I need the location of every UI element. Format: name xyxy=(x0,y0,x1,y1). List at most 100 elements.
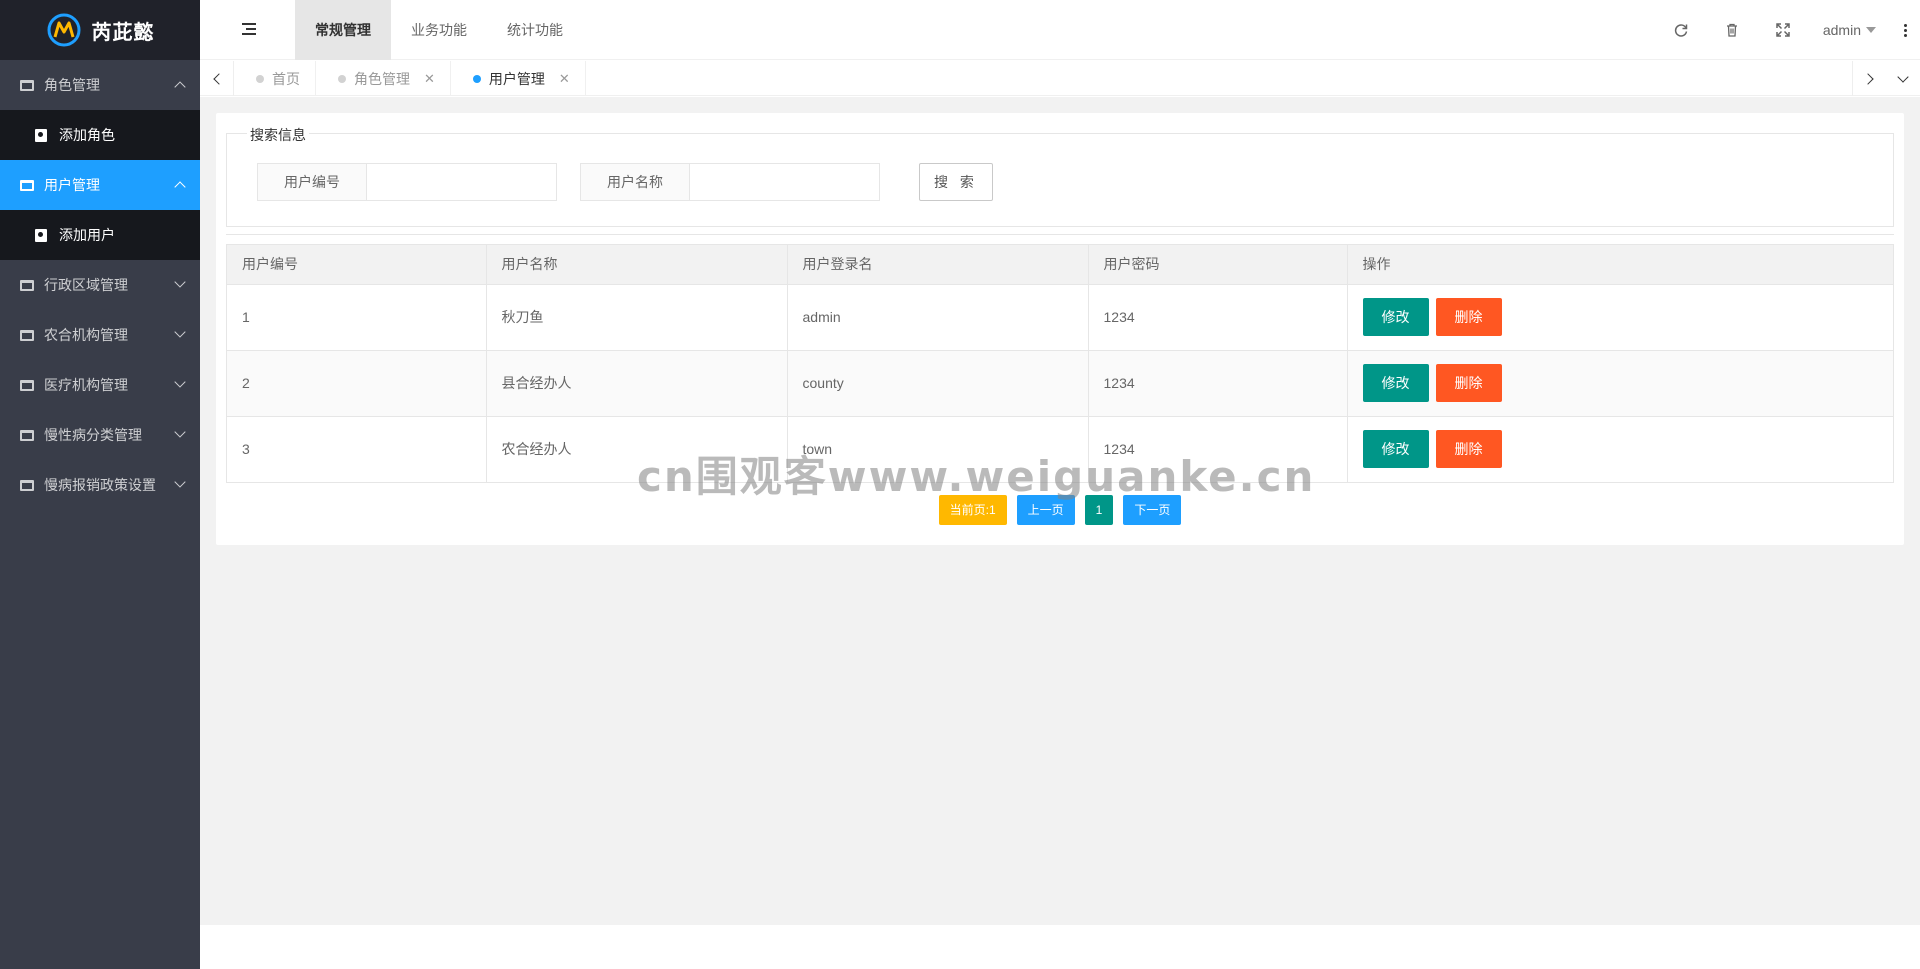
user-menu[interactable]: admin xyxy=(1809,22,1890,38)
search-legend: 搜索信息 xyxy=(247,125,309,145)
user-name: admin xyxy=(1822,22,1861,38)
tabs-scroll-left-button[interactable] xyxy=(200,61,234,96)
footer xyxy=(200,925,1920,969)
close-icon[interactable]: ✕ xyxy=(559,71,570,87)
content-card: 搜索信息 用户编号 用户名称 搜 索 用户编号 用户名称 用户登录名 用户密码 … xyxy=(216,113,1904,545)
sidebar-item-chronic-policy[interactable]: 慢病报销政策设置 xyxy=(0,460,200,510)
cell-actions: 修改 删除 xyxy=(1347,350,1893,417)
sidebar-item-coop-institution[interactable]: 农合机构管理 xyxy=(0,310,200,360)
refresh-icon[interactable] xyxy=(1656,0,1707,60)
fullscreen-icon[interactable] xyxy=(1758,0,1809,60)
page-tabs-bar: 首页 角色管理 ✕ 用户管理 ✕ xyxy=(200,61,1920,96)
sidebar-item-user-management[interactable]: 用户管理 xyxy=(0,160,200,210)
tab-dot-icon xyxy=(338,74,346,83)
sidebar-item-region-management[interactable]: 行政区域管理 xyxy=(0,260,200,310)
cell-actions: 修改 删除 xyxy=(1347,416,1893,482)
sidebar-subitem-label: 添加角色 xyxy=(59,127,115,143)
caret-down-icon xyxy=(1866,27,1876,33)
sidebar-item-label: 慢性病分类管理 xyxy=(44,427,142,443)
close-icon[interactable]: ✕ xyxy=(424,71,435,87)
sidebar-item-role-management[interactable]: 角色管理 xyxy=(0,60,200,110)
table-row: 1 秋刀鱼 admin 1234 修改 删除 xyxy=(227,284,1893,351)
page-number-button[interactable]: 1 xyxy=(1084,495,1114,525)
sidebar-item-label: 角色管理 xyxy=(44,77,100,93)
chevron-down-icon xyxy=(174,276,186,288)
column-header: 用户密码 xyxy=(1088,245,1348,285)
window-icon xyxy=(20,379,34,391)
sidebar-item-medical-institution[interactable]: 医疗机构管理 xyxy=(0,360,200,410)
cell-login-name: county xyxy=(787,350,1089,417)
user-name-label: 用户名称 xyxy=(580,163,690,201)
search-fieldset: 搜索信息 用户编号 用户名称 搜 索 xyxy=(226,125,1894,227)
user-table: 用户编号 用户名称 用户登录名 用户密码 操作 1 秋刀鱼 admin 1234 xyxy=(226,234,1894,483)
column-header: 用户登录名 xyxy=(787,245,1089,285)
chevron-left-icon xyxy=(212,72,225,85)
column-header: 用户名称 xyxy=(486,245,788,285)
page-tab-role-management[interactable]: 角色管理 ✕ xyxy=(316,61,451,96)
search-button[interactable]: 搜 索 xyxy=(919,163,993,201)
prev-page-button[interactable]: 上一页 xyxy=(1016,495,1075,525)
sidebar-item-label: 医疗机构管理 xyxy=(44,377,128,393)
window-icon xyxy=(20,429,34,441)
page-tab-label: 角色管理 xyxy=(354,70,410,87)
edit-button[interactable]: 修改 xyxy=(1362,298,1429,336)
menu-toggle-icon[interactable] xyxy=(242,23,256,35)
logo-text: 芮茈懿 xyxy=(91,21,155,44)
page-tabs: 首页 角色管理 ✕ 用户管理 ✕ xyxy=(234,61,586,96)
delete-button[interactable]: 删除 xyxy=(1435,430,1502,469)
tabs-dropdown-button[interactable] xyxy=(1886,61,1920,96)
top-tab-general[interactable]: 常规管理 xyxy=(295,0,391,60)
cell-user-id: 1 xyxy=(227,284,487,351)
contact-card-icon xyxy=(35,228,47,242)
chevron-down-icon xyxy=(174,426,186,438)
main-content: 搜索信息 用户编号 用户名称 搜 索 用户编号 用户名称 用户登录名 用户密码 … xyxy=(200,97,1920,925)
page-tab-label: 首页 xyxy=(272,70,300,87)
edit-button[interactable]: 修改 xyxy=(1362,364,1429,402)
top-tab-statistics[interactable]: 统计功能 xyxy=(487,0,583,60)
top-header: 常规管理 业务功能 统计功能 admin xyxy=(200,0,1920,60)
edit-button[interactable]: 修改 xyxy=(1362,430,1429,469)
top-tab-business[interactable]: 业务功能 xyxy=(391,0,487,60)
tabs-scroll-right-button[interactable] xyxy=(1852,61,1886,96)
sidebar-item-label: 行政区域管理 xyxy=(44,277,128,293)
chevron-up-icon xyxy=(174,181,186,193)
user-name-field: 用户名称 xyxy=(580,163,880,201)
top-tabs: 常规管理 业务功能 统计功能 xyxy=(295,0,583,60)
cell-actions: 修改 删除 xyxy=(1347,284,1893,351)
user-id-input[interactable] xyxy=(367,163,557,201)
delete-button[interactable]: 删除 xyxy=(1435,364,1502,402)
sidebar-subitem-add-user[interactable]: 添加用户 xyxy=(0,210,200,260)
page-tab-home[interactable]: 首页 xyxy=(234,61,316,96)
column-header: 用户编号 xyxy=(227,245,487,285)
tab-dot-icon xyxy=(256,74,264,83)
trash-icon[interactable] xyxy=(1707,0,1758,60)
chevron-right-icon xyxy=(1861,72,1874,85)
sidebar-subitem-label: 添加用户 xyxy=(59,227,115,243)
sidebar-item-chronic-category[interactable]: 慢性病分类管理 xyxy=(0,410,200,460)
chevron-down-icon xyxy=(174,326,186,338)
logo[interactable]: 芮茈懿 xyxy=(0,0,200,60)
chevron-down-icon xyxy=(174,476,186,488)
cell-login-name: town xyxy=(787,416,1089,482)
chevron-down-icon xyxy=(1897,70,1909,83)
column-header: 操作 xyxy=(1347,245,1893,285)
delete-button[interactable]: 删除 xyxy=(1435,298,1502,336)
current-page-indicator: 当前页:1 xyxy=(938,495,1007,525)
window-icon xyxy=(20,279,34,291)
cell-user-id: 3 xyxy=(227,416,487,482)
sidebar-item-label: 慢病报销政策设置 xyxy=(44,477,156,493)
more-vertical-icon[interactable] xyxy=(1890,0,1920,60)
sidebar-item-label: 农合机构管理 xyxy=(44,327,128,343)
window-icon xyxy=(20,179,34,191)
user-name-input[interactable] xyxy=(690,163,880,201)
next-page-button[interactable]: 下一页 xyxy=(1123,495,1182,525)
sidebar-subitem-add-role[interactable]: 添加角色 xyxy=(0,110,200,160)
tab-dot-icon xyxy=(472,74,481,83)
table-header-row: 用户编号 用户名称 用户登录名 用户密码 操作 xyxy=(227,245,1893,285)
user-id-label: 用户编号 xyxy=(257,163,367,201)
page-tab-user-management[interactable]: 用户管理 ✕ xyxy=(451,61,586,96)
page-tab-label: 用户管理 xyxy=(488,70,545,87)
contact-card-icon xyxy=(35,128,47,142)
window-icon xyxy=(20,329,34,341)
cell-login-name: admin xyxy=(787,284,1089,351)
